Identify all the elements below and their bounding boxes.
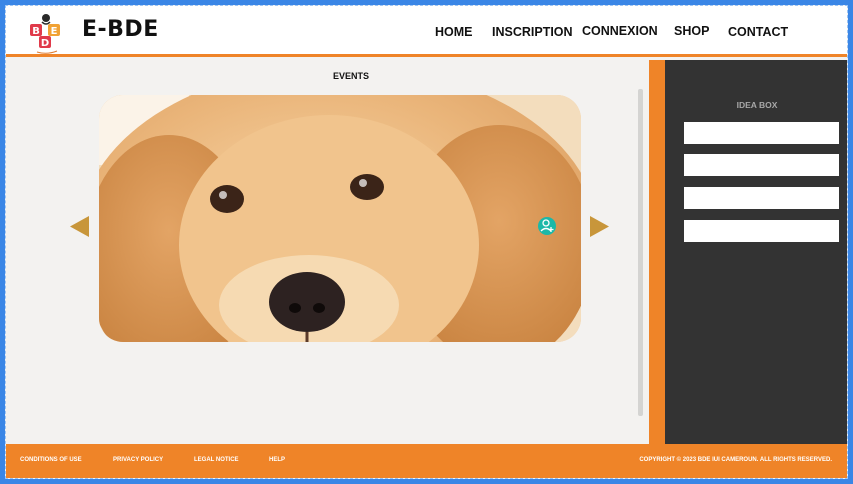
triangle-left-icon xyxy=(70,216,89,237)
person-add-button[interactable] xyxy=(538,217,556,235)
site-footer: CONDITIONS OF USE PRIVACY POLICY LEGAL N… xyxy=(6,444,847,478)
idea-field-3[interactable] xyxy=(684,187,839,209)
carousel-next-button[interactable] xyxy=(590,216,609,242)
footer-link-conditions[interactable]: CONDITIONS OF USE xyxy=(20,457,82,463)
event-slide-image[interactable] xyxy=(99,95,581,342)
carousel-prev-button[interactable] xyxy=(70,216,89,242)
site-header: B D E E-BDE HOME INSCRIPTION CONNEXION S… xyxy=(6,6,847,57)
nav-inscription[interactable]: INSCRIPTION xyxy=(492,6,573,57)
svg-text:E: E xyxy=(51,26,58,37)
triangle-right-icon xyxy=(590,216,609,237)
footer-link-legal[interactable]: LEGAL NOTICE xyxy=(194,457,239,463)
content-scrollbar[interactable] xyxy=(638,89,643,416)
svg-text:B: B xyxy=(32,26,40,37)
nav-shop[interactable]: SHOP xyxy=(674,6,709,56)
app-frame: B D E E-BDE HOME INSCRIPTION CONNEXION S… xyxy=(5,5,848,479)
person-add-icon xyxy=(540,219,554,232)
footer-link-help[interactable]: HELP xyxy=(269,457,285,463)
events-title: EVENTS xyxy=(332,71,369,81)
idea-field-4[interactable] xyxy=(684,220,839,242)
sidebar-divider xyxy=(649,60,665,444)
nav-home[interactable]: HOME xyxy=(435,6,473,57)
idea-field-2[interactable] xyxy=(684,154,839,176)
idea-field-1[interactable] xyxy=(684,122,839,144)
bde-logo-icon[interactable]: B D E xyxy=(27,12,77,56)
footer-link-privacy[interactable]: PRIVACY POLICY xyxy=(113,457,163,463)
idea-box-panel: IDEA BOX xyxy=(665,60,847,444)
copyright-text: COPYRIGHT © 2023 BDE IUI CAMEROUN. ALL R… xyxy=(639,457,832,463)
svg-text:D: D xyxy=(41,38,49,49)
nav-contact[interactable]: CONTACT xyxy=(728,6,788,57)
nav-connexion[interactable]: CONNEXION xyxy=(582,6,658,56)
brand-name[interactable]: E-BDE xyxy=(82,17,159,42)
puppy-photo xyxy=(99,95,581,342)
idea-box-title: IDEA BOX xyxy=(736,100,778,110)
